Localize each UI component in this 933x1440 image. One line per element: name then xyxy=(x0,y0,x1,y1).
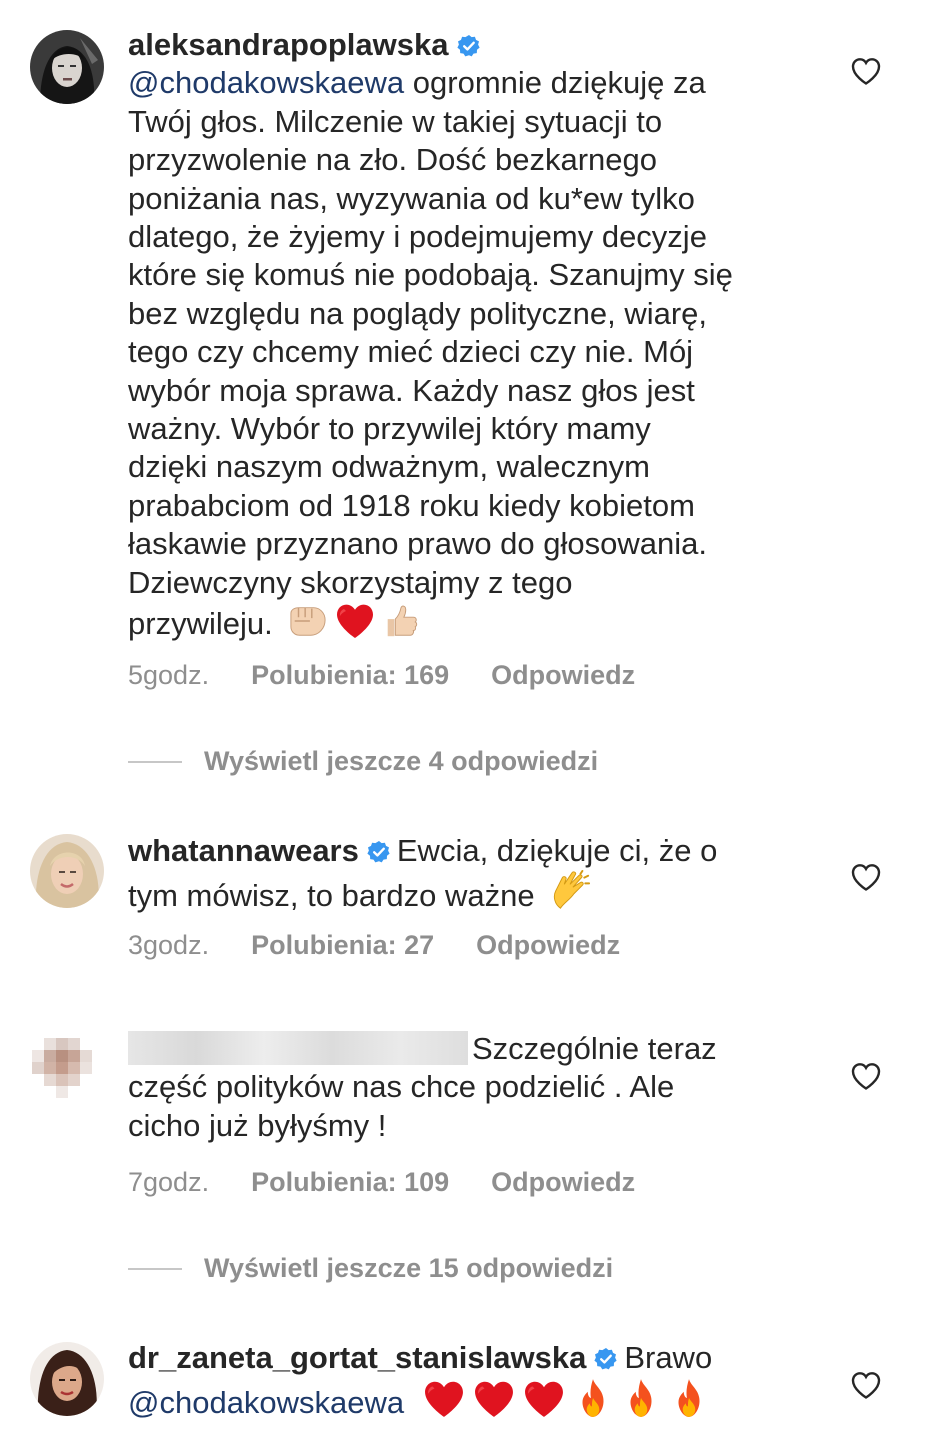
comment-text: ogromnie dziękuję za xyxy=(404,65,706,101)
comment-meta: 7godz. Polubienia: 109 Odpowiedz xyxy=(128,1167,635,1198)
comment-text: prababciom od 1918 roku kiedy kobietom xyxy=(128,487,695,523)
comment-text: tego czy chcemy mieć dzieci czy nie. Mój xyxy=(128,334,694,370)
comment-text: dlatego, że żyjemy i podejmujemy decyzje xyxy=(128,219,707,255)
comment-text: Szczególnie teraz xyxy=(472,1031,717,1066)
timestamp: 7godz. xyxy=(128,1167,210,1197)
like-heart-icon[interactable] xyxy=(850,56,882,86)
red-heart-emoji-icon xyxy=(422,1379,466,1419)
clapping-hands-emoji-icon xyxy=(549,870,591,912)
comment-text: przyzwolenie na zło. Dość bezkarnego xyxy=(128,142,657,178)
view-more-replies-button[interactable]: Wyświetl jeszcze 4 odpowiedzi xyxy=(128,746,598,777)
comment-text: dzięki naszym odważnym, walecznym xyxy=(128,449,651,485)
timestamp: 3godz. xyxy=(128,930,210,960)
comment-meta: 3godz. Polubienia: 27 Odpowiedz xyxy=(128,930,620,961)
username[interactable]: aleksandrapoplawska xyxy=(128,27,449,62)
reply-button[interactable]: Odpowiedz xyxy=(491,1167,635,1198)
avatar[interactable] xyxy=(30,1342,104,1416)
comment-text: Dziewczyny skorzystajmy z tego xyxy=(128,564,573,600)
divider-line xyxy=(128,760,182,763)
verified-badge-icon xyxy=(367,840,391,864)
likes-count[interactable]: Polubienia: 169 xyxy=(251,660,449,691)
comment-text: tym mówisz, to bardzo ważne xyxy=(128,878,544,914)
mention-link[interactable]: @chodakowskaewa xyxy=(128,65,404,100)
avatar[interactable] xyxy=(30,834,104,908)
fire-emoji-icon xyxy=(620,1377,662,1419)
avatar[interactable] xyxy=(30,30,104,104)
reply-button[interactable]: Odpowiedz xyxy=(491,660,635,691)
like-heart-icon[interactable] xyxy=(850,1061,882,1091)
view-more-label[interactable]: Wyświetl jeszcze 15 odpowiedzi xyxy=(204,1253,613,1284)
red-heart-emoji-icon xyxy=(335,602,375,640)
username[interactable]: whatannawears xyxy=(128,833,359,868)
comment-text: ważny. Wybór to przywilej który mamy xyxy=(128,411,651,447)
timestamp: 5godz. xyxy=(128,660,210,690)
comment-meta: 5godz. Polubienia: 169 Odpowiedz xyxy=(128,660,635,691)
comment-body: Szczególnie teraz część polityków nas ch… xyxy=(128,1030,828,1145)
fist-emoji-icon xyxy=(287,602,329,640)
comment-text: poniżania nas, wyzywania od ku*ew tylko xyxy=(128,180,695,216)
view-more-replies-button[interactable]: Wyświetl jeszcze 15 odpowiedzi xyxy=(128,1253,613,1284)
comment-text: Twój głos. Milczenie w takiej sytuacji t… xyxy=(128,103,663,139)
comment-body: dr_zaneta_gortat_stanislawska Brawo @chod… xyxy=(128,1339,828,1423)
thumbs-up-emoji-icon xyxy=(381,602,421,640)
red-heart-emoji-icon xyxy=(522,1379,566,1419)
view-more-label[interactable]: Wyświetl jeszcze 4 odpowiedzi xyxy=(204,746,598,777)
blurred-username xyxy=(128,1031,468,1065)
like-heart-icon[interactable] xyxy=(850,862,882,892)
comment-text: Ewcia, dziękuje ci, że o xyxy=(396,833,718,868)
comment-text: przywileju. xyxy=(128,606,282,642)
reply-button[interactable]: Odpowiedz xyxy=(476,930,620,961)
comment-text: bez względu na poglądy polityczne, wiarę… xyxy=(128,295,708,331)
comment-text: cicho już byłyśmy ! xyxy=(128,1107,387,1143)
username[interactable]: dr_zaneta_gortat_stanislawska xyxy=(128,1340,586,1375)
divider-line xyxy=(128,1267,182,1270)
fire-emoji-icon xyxy=(572,1377,614,1419)
like-heart-icon[interactable] xyxy=(850,1370,882,1400)
comment-body: whatannawears Ewcia, dziękuje ci, że o ty… xyxy=(128,832,828,916)
comment-text: wybór moja sprawa. Każdy nasz głos jest xyxy=(128,372,695,408)
likes-count[interactable]: Polubienia: 109 xyxy=(251,1167,449,1198)
comment-text: które się komuś nie podobają. Szanujmy s… xyxy=(128,257,733,293)
likes-count[interactable]: Polubienia: 27 xyxy=(251,930,434,961)
comment-text: Brawo xyxy=(624,1340,713,1375)
comment-text: część polityków nas chce podzielić . Ale xyxy=(128,1069,675,1105)
red-heart-emoji-icon xyxy=(472,1379,516,1419)
mention-link[interactable]: @chodakowskaewa xyxy=(128,1385,404,1420)
verified-badge-icon xyxy=(457,34,481,58)
avatar[interactable] xyxy=(30,1030,104,1104)
fire-emoji-icon xyxy=(668,1377,710,1419)
comment-text: łaskawie przyznano prawo do głosowania. xyxy=(128,526,707,562)
verified-badge-icon xyxy=(594,1347,618,1371)
comment-body: aleksandrapoplawska @chodakowskaewa ogro… xyxy=(128,26,828,644)
